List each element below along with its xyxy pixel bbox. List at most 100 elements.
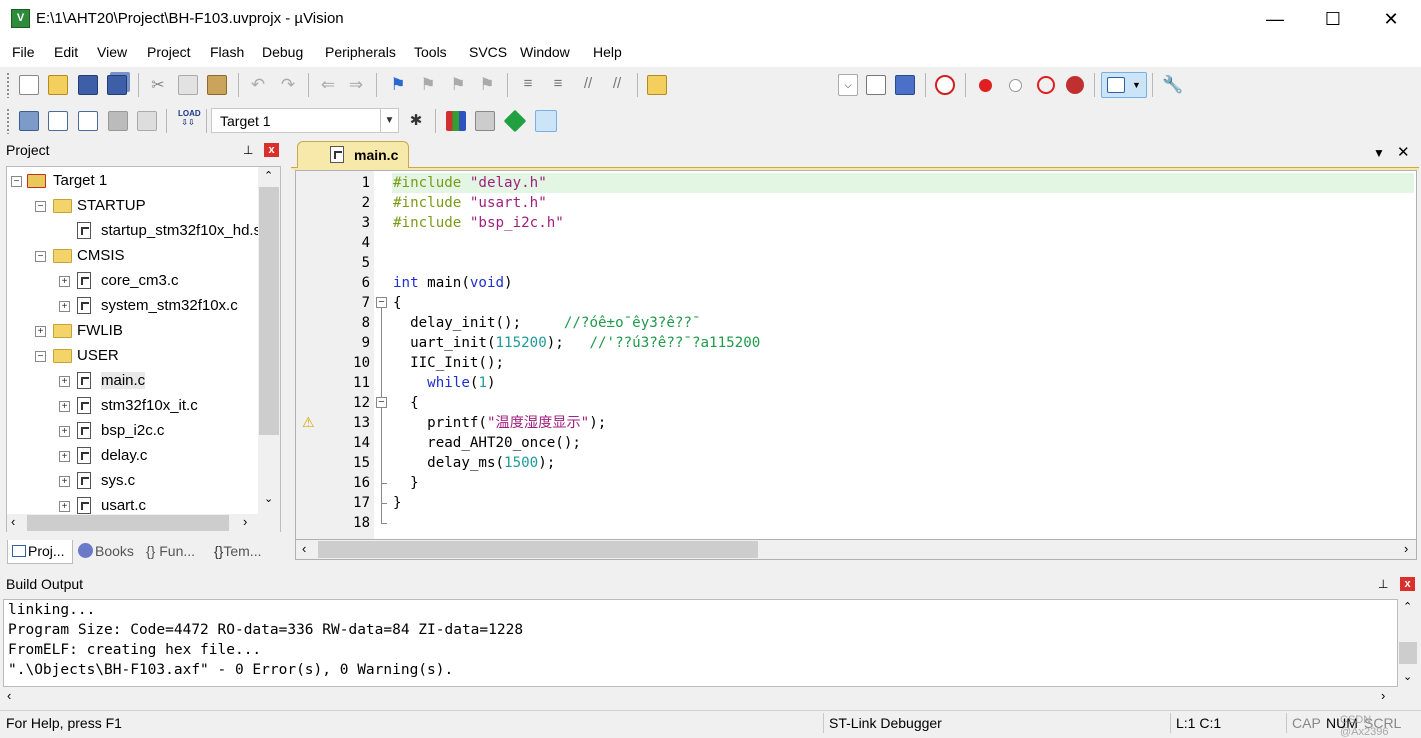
copy-icon[interactable]	[178, 75, 198, 95]
tree-group-item[interactable]: − USER	[7, 346, 267, 368]
tab-functions[interactable]: {} Fun...	[146, 540, 210, 564]
tree-vertical-scrollbar[interactable]: ⌃ ⌄	[258, 167, 280, 514]
expand-icon[interactable]: +	[59, 426, 70, 437]
maximize-button[interactable]: ☐	[1304, 0, 1362, 38]
collapse-icon[interactable]: −	[11, 176, 22, 187]
close-window-button[interactable]: ✕	[1362, 0, 1420, 38]
save-all-icon[interactable]	[107, 75, 127, 95]
batch-build-icon[interactable]	[108, 111, 128, 131]
paste-icon[interactable]	[207, 75, 227, 95]
code-line[interactable]: #include "bsp_i2c.h"	[393, 213, 564, 233]
close-panel-icon[interactable]: x	[1400, 577, 1415, 591]
code-line[interactable]: delay_ms(1500);	[393, 453, 555, 473]
chevron-up-icon[interactable]: ⌃	[264, 169, 273, 182]
menu-help[interactable]: Help	[593, 44, 622, 60]
tree-file-item[interactable]: + sys.c	[7, 471, 267, 493]
configure-wrench-icon[interactable]: 🔧	[1162, 75, 1183, 95]
menu-edit[interactable]: Edit	[54, 44, 78, 60]
chevron-up-icon[interactable]: ⌃	[1403, 600, 1412, 613]
expand-icon[interactable]: +	[59, 301, 70, 312]
redo-icon[interactable]: ↷	[278, 75, 298, 95]
menu-project[interactable]: Project	[147, 44, 191, 60]
editor-horizontal-scrollbar[interactable]: ‹ ›	[295, 540, 1417, 560]
expand-icon[interactable]: +	[59, 276, 70, 287]
chevron-down-icon[interactable]: ▼	[380, 109, 398, 132]
bookmark-toggle-icon[interactable]: ⚑	[388, 75, 408, 95]
save-icon[interactable]	[78, 75, 98, 95]
chevron-left-icon[interactable]: ‹	[11, 514, 15, 529]
code-line[interactable]: uart_init(115200); //'??ú3?ê??¯?a115200	[393, 333, 760, 353]
expand-icon[interactable]: +	[59, 476, 70, 487]
find-in-files-icon[interactable]	[647, 75, 667, 95]
toolbar-grip[interactable]	[6, 108, 10, 134]
tree-horizontal-scrollbar[interactable]: ‹ ›	[7, 514, 280, 532]
code-line[interactable]: {	[393, 293, 402, 313]
pin-icon[interactable]: ⊥	[1378, 577, 1388, 591]
chevron-right-icon[interactable]: ›	[243, 514, 247, 529]
scroll-thumb[interactable]	[259, 187, 279, 435]
new-file-icon[interactable]	[19, 75, 39, 95]
kill-breakpoints-icon[interactable]	[1066, 76, 1084, 94]
warning-icon[interactable]: ⚠	[302, 414, 315, 431]
find-icon[interactable]	[866, 75, 886, 95]
expand-icon[interactable]: +	[59, 501, 70, 512]
code-line[interactable]: read_AHT20_once();	[393, 433, 581, 453]
menu-file[interactable]: File	[12, 44, 35, 60]
minimize-button[interactable]: —	[1246, 0, 1304, 38]
fold-collapse-icon[interactable]: −	[376, 397, 387, 408]
code-line[interactable]: }	[393, 473, 419, 493]
chevron-right-icon[interactable]: ›	[1404, 541, 1408, 556]
menu-flash[interactable]: Flash	[210, 44, 244, 60]
code-line[interactable]: {	[393, 393, 419, 413]
tree-group-item[interactable]: − CMSIS	[7, 246, 267, 268]
tree-target-item[interactable]: − Target 1	[7, 171, 267, 193]
scroll-thumb[interactable]	[27, 515, 229, 531]
bookmark-next-icon[interactable]: ⚑	[448, 75, 468, 95]
tab-project[interactable]: Proj...	[7, 540, 73, 564]
scroll-thumb[interactable]	[318, 541, 758, 558]
code-line[interactable]: IIC_Init();	[393, 353, 504, 373]
open-file-icon[interactable]	[48, 75, 68, 95]
comment-icon[interactable]: //	[578, 75, 598, 95]
chevron-right-icon[interactable]: ›	[1381, 688, 1385, 703]
collapse-icon[interactable]: −	[35, 351, 46, 362]
chevron-left-icon[interactable]: ‹	[7, 688, 11, 703]
target-select[interactable]: Target 1 ▼	[211, 108, 399, 133]
menu-view[interactable]: View	[97, 44, 127, 60]
build-icon[interactable]	[48, 111, 68, 131]
navigate-back-icon[interactable]: ⇐	[318, 75, 338, 95]
uncomment-icon[interactable]: //	[607, 75, 627, 95]
chevron-down-icon[interactable]: ⌄	[264, 492, 273, 505]
build-output-text[interactable]: linking... Program Size: Code=4472 RO-da…	[3, 599, 1398, 687]
tab-books[interactable]: Books	[76, 540, 144, 564]
tab-main-c[interactable]: main.c	[297, 141, 409, 168]
tree-group-item[interactable]: + FWLIB	[7, 321, 267, 343]
scroll-thumb[interactable]	[1399, 642, 1417, 664]
expand-icon[interactable]: +	[59, 451, 70, 462]
manage-components-icon[interactable]	[446, 111, 466, 131]
menu-svcs[interactable]: SVCS	[469, 44, 507, 60]
rebuild-icon[interactable]	[78, 111, 98, 131]
tab-list-dropdown-icon[interactable]: ▼	[1373, 146, 1385, 160]
tree-file-item[interactable]: + system_stm32f10x.c	[7, 296, 267, 318]
indent-icon[interactable]: ≡	[518, 75, 538, 95]
tree-file-item[interactable]: startup_stm32f10x_hd.s	[7, 221, 267, 243]
code-line[interactable]: #include "delay.h"	[393, 173, 547, 193]
build-horizontal-scrollbar[interactable]: ‹ ›	[3, 688, 1398, 706]
chevron-left-icon[interactable]: ‹	[302, 541, 306, 556]
collapse-icon[interactable]: −	[35, 251, 46, 262]
tree-file-item[interactable]: + delay.c	[7, 446, 267, 468]
debug-start-icon[interactable]	[935, 75, 955, 95]
stop-build-icon[interactable]	[137, 111, 157, 131]
incremental-find-icon[interactable]	[895, 75, 915, 95]
toolbar-grip[interactable]	[6, 72, 10, 98]
code-line[interactable]: printf("温度湿度显示");	[393, 413, 606, 433]
target-options-icon[interactable]: ✱	[406, 111, 426, 131]
build-vertical-scrollbar[interactable]: ⌃ ⌄	[1398, 600, 1418, 687]
code-line[interactable]: while(1)	[393, 373, 495, 393]
cut-icon[interactable]: ✂	[148, 75, 168, 95]
find-dropdown-icon[interactable]: ⌵	[838, 74, 858, 96]
code-line[interactable]: #include "usart.h"	[393, 193, 547, 213]
navigate-forward-icon[interactable]: ⇒	[346, 75, 366, 95]
bookmark-clear-icon[interactable]: ⚑	[477, 75, 497, 95]
